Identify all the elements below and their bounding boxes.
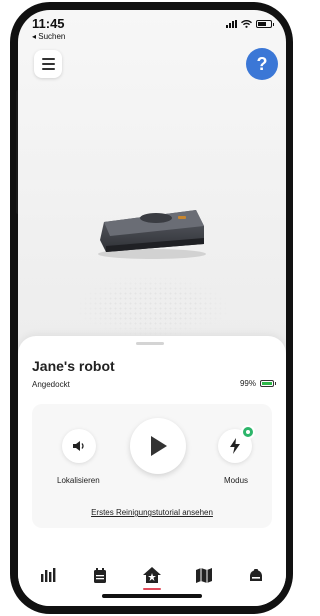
- back-to-app-link[interactable]: ◂ Suchen: [32, 32, 272, 41]
- bolt-icon: [230, 438, 240, 454]
- tab-robot[interactable]: [241, 560, 271, 590]
- robot-battery: 99%: [239, 379, 276, 388]
- schedule-icon: [94, 567, 106, 583]
- wifi-icon: [241, 20, 252, 28]
- tab-schedule[interactable]: [85, 560, 115, 590]
- locate-button[interactable]: [62, 429, 96, 463]
- robot-icon: [250, 569, 262, 581]
- battery-percent: 99%: [239, 379, 256, 388]
- locate-label: Lokalisieren: [57, 476, 100, 485]
- map-icon: [196, 567, 212, 583]
- speaker-icon: [73, 441, 84, 451]
- robot-image: [98, 210, 206, 259]
- phone-battery-icon: [256, 20, 274, 28]
- home-indicator[interactable]: [102, 594, 202, 598]
- robot-status: Angedockt: [32, 380, 70, 389]
- menu-button[interactable]: [34, 50, 62, 78]
- active-tab-indicator: [143, 588, 161, 590]
- mode-button[interactable]: [218, 425, 255, 463]
- help-button[interactable]: ?: [246, 48, 278, 80]
- tab-stats[interactable]: [33, 560, 63, 590]
- battery-icon: [260, 380, 276, 387]
- signal-icon: [226, 20, 237, 28]
- robot-name: Jane's robot: [32, 358, 115, 374]
- tab-map[interactable]: [189, 560, 219, 590]
- play-icon: [151, 436, 167, 456]
- system-indicators: [226, 20, 274, 28]
- mode-label: Modus: [224, 476, 249, 485]
- tab-bar: [18, 558, 286, 592]
- floor-pattern: [78, 276, 228, 336]
- control-panel: Lokalisieren Modus Erstes Reinigungstuto…: [32, 404, 272, 528]
- app-screen: 11:45 ◂ Suchen ? Jane's robot Angedockt …: [18, 10, 286, 606]
- mode-eco-badge: [241, 425, 255, 439]
- tab-home[interactable]: [137, 560, 167, 590]
- robot-panel: Jane's robot Angedockt 99% Lokalisieren …: [18, 336, 286, 606]
- home-icon: [143, 567, 161, 583]
- sheet-handle[interactable]: [136, 342, 164, 345]
- status-bar: 11:45 ◂ Suchen: [32, 16, 274, 46]
- stats-icon: [41, 568, 56, 582]
- tutorial-link[interactable]: Erstes Reinigungstutorial ansehen: [32, 508, 272, 517]
- start-cleaning-button[interactable]: [130, 418, 186, 474]
